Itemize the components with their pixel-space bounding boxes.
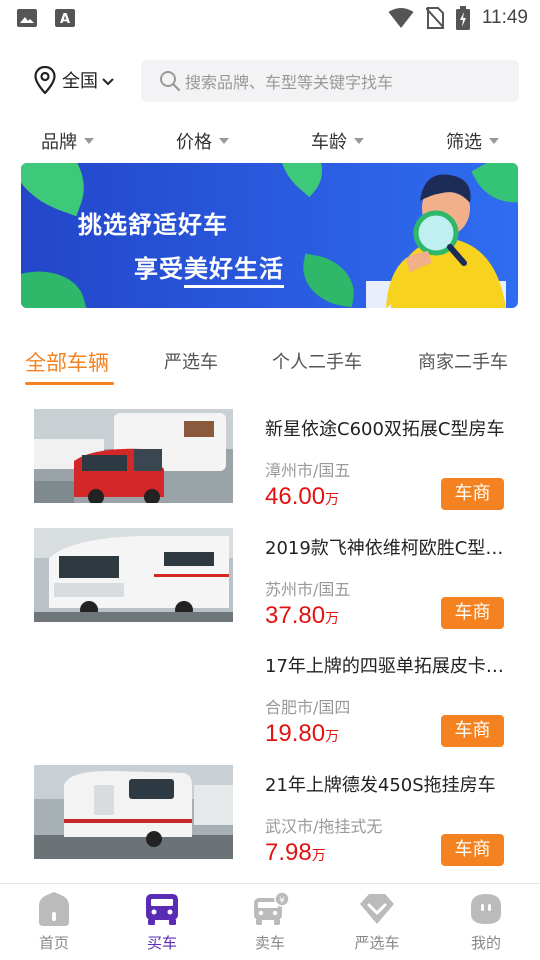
- filter-bar: 品牌 价格 车龄 筛选: [0, 128, 540, 158]
- nav-label: 首页: [38, 934, 69, 952]
- filter-age[interactable]: 车龄: [311, 128, 364, 154]
- active-tab-indicator: [25, 382, 114, 385]
- dropdown-triangle-icon: [489, 138, 499, 144]
- buy-car-icon: [146, 894, 178, 925]
- nav-label: 我的: [470, 934, 501, 952]
- filter-label: 筛选: [446, 132, 482, 153]
- listing-photo: [34, 409, 233, 503]
- dealer-badge: 车商: [441, 597, 504, 629]
- listing-photo: [34, 528, 233, 622]
- list-item[interactable]: 新星依途C600双拓展C型房车 漳州市/国五 46.00万 车商: [0, 409, 540, 527]
- listing-title: 17年上牌的四驱单拓展皮卡房车: [265, 656, 505, 677]
- nav-label: 买车: [146, 934, 177, 952]
- price-value: 19.80: [265, 720, 326, 747]
- search-placeholder: 搜索品牌、车型等关键字找车: [185, 73, 394, 92]
- listing-title: 2019款飞神依维柯欧胜C型房车: [265, 538, 505, 559]
- sell-car-icon: ¥: [254, 892, 289, 925]
- font-icon: A: [55, 9, 75, 27]
- search-input[interactable]: 搜索品牌、车型等关键字找车: [141, 60, 519, 102]
- location-label: 全国: [62, 71, 98, 92]
- gallery-icon: [17, 9, 37, 27]
- nav-selected-cars[interactable]: 严选车: [332, 892, 422, 953]
- price-unit: 万: [325, 492, 340, 508]
- filter-label: 车龄: [311, 132, 347, 153]
- dropdown-triangle-icon: [354, 138, 364, 144]
- status-bar: A 11:49: [0, 0, 540, 38]
- dealer-badge: 车商: [441, 478, 504, 510]
- filter-label: 品牌: [41, 132, 77, 153]
- tab-dealer-used[interactable]: 商家二手车: [418, 348, 508, 374]
- filter-price[interactable]: 价格: [176, 128, 229, 154]
- chevron-down-icon: [102, 78, 114, 86]
- bottom-navigation: 首页 买车 ¥ 卖车 严选车 我的: [0, 883, 540, 960]
- home-icon: [39, 892, 69, 926]
- listing-price: 46.00万: [265, 483, 339, 511]
- listing-price: 19.80万: [265, 720, 339, 748]
- category-tabs: 全部车辆 严选车 个人二手车 商家二手车: [0, 344, 540, 385]
- nav-buy-car[interactable]: 买车: [117, 892, 207, 953]
- no-sim-icon: [425, 7, 444, 29]
- listing-price: 37.80万: [265, 602, 339, 630]
- banner-subline: 享受美好生活: [134, 249, 284, 288]
- list-item[interactable]: 21年上牌德发450S拖挂房车 武汉市/拖挂式无 7.98万 车商: [0, 765, 540, 883]
- selected-car-icon: [360, 894, 394, 924]
- search-icon: [160, 71, 181, 92]
- profile-icon: [471, 894, 501, 924]
- svg-text:A: A: [60, 12, 70, 27]
- tab-private-used[interactable]: 个人二手车: [272, 348, 362, 374]
- dealer-badge: 车商: [441, 834, 504, 866]
- listing-photo: [34, 765, 233, 859]
- nav-sell-car[interactable]: ¥ 卖车: [225, 892, 315, 953]
- promo-banner[interactable]: 挑选舒适好车 享受美好生活: [21, 163, 518, 308]
- dealer-badge: 车商: [441, 715, 504, 747]
- banner-subline-prefix: 享受: [134, 255, 184, 283]
- clock: 11:49: [481, 7, 528, 28]
- listing-location-spec: 苏州市/国五: [265, 580, 351, 599]
- filter-label: 价格: [176, 132, 212, 153]
- price-unit: 万: [325, 729, 340, 745]
- battery-icon: [455, 6, 470, 30]
- listing-title: 新星依途C600双拓展C型房车: [265, 419, 505, 440]
- price-value: 37.80: [265, 602, 326, 629]
- nav-home[interactable]: 首页: [9, 892, 99, 953]
- listing-location-spec: 漳州市/国五: [265, 461, 351, 480]
- list-item[interactable]: 2019款飞神依维柯欧胜C型房车 苏州市/国五 37.80万 车商: [0, 528, 540, 646]
- price-value: 46.00: [265, 483, 326, 510]
- location-selector[interactable]: 全国: [34, 66, 115, 94]
- wifi-icon: [388, 8, 414, 28]
- nav-label: 卖车: [254, 934, 285, 952]
- price-unit: 万: [325, 611, 340, 627]
- filter-more[interactable]: 筛选: [446, 128, 499, 154]
- listing-location-spec: 合肥市/国四: [265, 698, 351, 717]
- nav-profile[interactable]: 我的: [441, 892, 531, 953]
- list-item[interactable]: 17年上牌的四驱单拓展皮卡房车 合肥市/国四 19.80万 车商: [0, 646, 540, 764]
- listing-price: 7.98万: [265, 839, 326, 867]
- tab-selected-cars[interactable]: 严选车: [164, 348, 218, 374]
- nav-label: 严选车: [354, 934, 400, 952]
- person-magnifier-illustration: [366, 174, 506, 308]
- tab-all-cars[interactable]: 全部车辆: [25, 347, 109, 377]
- listing-location-spec: 武汉市/拖挂式无: [265, 817, 383, 836]
- filter-brand[interactable]: 品牌: [41, 128, 94, 154]
- price-unit: 万: [311, 848, 326, 864]
- svg-text:¥: ¥: [279, 896, 285, 906]
- location-pin-icon: [34, 66, 56, 94]
- leaf-decoration: [263, 163, 339, 198]
- listing-title: 21年上牌德发450S拖挂房车: [265, 775, 496, 796]
- dropdown-triangle-icon: [84, 138, 94, 144]
- price-value: 7.98: [265, 839, 312, 866]
- dropdown-triangle-icon: [219, 138, 229, 144]
- banner-headline: 挑选舒适好车: [78, 211, 228, 239]
- banner-subline-highlight: 美好生活: [184, 255, 284, 288]
- leaf-decoration: [21, 259, 87, 308]
